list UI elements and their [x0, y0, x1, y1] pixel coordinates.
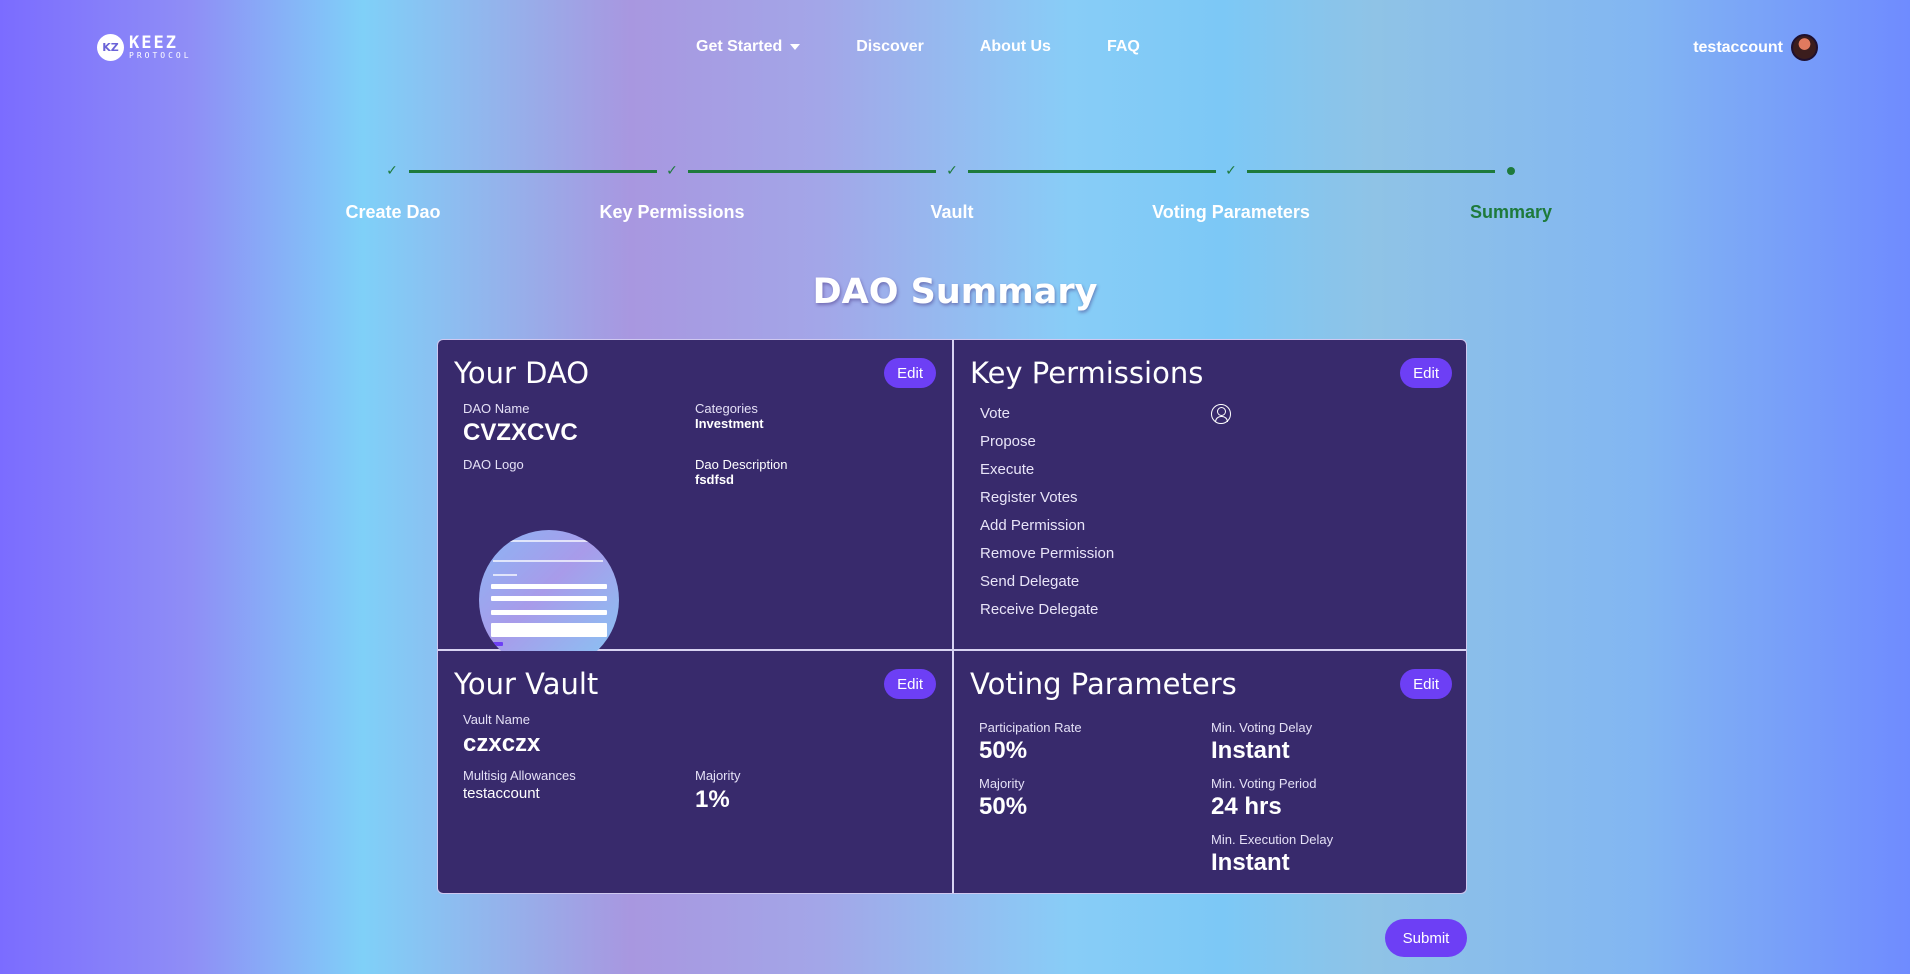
logo-thumb-field [491, 610, 607, 615]
edit-vault-button[interactable]: Edit [884, 669, 936, 699]
edit-dao-button[interactable]: Edit [884, 358, 936, 388]
permission-item: Execute [980, 461, 1035, 478]
permission-item: Remove Permission [980, 545, 1115, 562]
card-title: Your Vault [454, 667, 599, 701]
card-your-vault: Your Vault Edit Vault Name czxczx Multis… [438, 651, 952, 893]
logo-line2: PROTOCOL [129, 51, 192, 60]
user-icon [1211, 404, 1231, 424]
card-title: Key Permissions [970, 356, 1204, 390]
page-title: DAO Summary [812, 272, 1098, 312]
logo-thumb-line [493, 574, 517, 576]
nav-get-started-label: Get Started [696, 38, 783, 55]
logo-wordmark: KEEZ PROTOCOL [129, 35, 192, 60]
step-connector [688, 170, 936, 173]
dao-logo-image [479, 530, 619, 670]
step-check-icon: ✓ [1225, 163, 1237, 179]
multisig-label: Multisig Allowances [463, 768, 576, 783]
multisig-value: testaccount [463, 785, 540, 802]
step-check-icon: ✓ [386, 163, 398, 179]
min-execution-delay-value: Instant [1211, 849, 1290, 876]
logo-thumb-textarea [491, 623, 607, 637]
min-voting-delay-value: Instant [1211, 737, 1290, 764]
dao-name-label: DAO Name [463, 401, 530, 416]
permission-item: Vote [980, 405, 1011, 422]
vault-name-value: czxczx [463, 730, 541, 757]
account-menu[interactable]: testaccount [1693, 34, 1818, 61]
account-name: testaccount [1693, 38, 1783, 56]
categories-value: Investment [695, 416, 764, 431]
min-voting-period-label: Min. Voting Period [1211, 776, 1317, 791]
nav-faq[interactable]: FAQ [1107, 38, 1140, 56]
step-active-dot [1501, 160, 1521, 182]
card-title: Voting Parameters [970, 667, 1237, 701]
permission-item: Propose [980, 433, 1036, 450]
summary-grid: Your DAO Edit DAO Name CVZXCVC Categorie… [437, 339, 1467, 894]
step-label-create-dao: Create Dao [345, 202, 441, 222]
card-key-permissions: Key Permissions Edit Vote Propose Execut… [954, 340, 1466, 649]
step-check-icon: ✓ [946, 163, 958, 179]
vault-majority-label: Majority [695, 768, 741, 783]
permission-item: Send Delegate [980, 573, 1080, 590]
logo-thumb-line [493, 560, 603, 562]
min-execution-delay-label: Min. Execution Delay [1211, 832, 1334, 847]
step-label-vault: Vault [930, 202, 974, 222]
dao-description-value: fsdfsd [695, 472, 734, 487]
participation-value: 50% [979, 737, 1028, 764]
nav-discover[interactable]: Discover [856, 38, 924, 56]
permission-item: Receive Delegate [980, 601, 1099, 618]
avatar [1791, 34, 1818, 61]
logo-thumb-line [501, 540, 597, 542]
card-title: Your DAO [454, 356, 590, 390]
top-navbar: KZ KEEZ PROTOCOL Get Started Discover Ab… [0, 0, 1910, 96]
logo-thumb-field [491, 584, 607, 589]
voting-majority-label: Majority [979, 776, 1025, 791]
submit-button[interactable]: Submit [1385, 919, 1467, 957]
step-connector [409, 170, 657, 173]
nav-get-started[interactable]: Get Started [696, 38, 801, 56]
step-label-key-permissions: Key Permissions [599, 202, 745, 222]
card-your-dao: Your DAO Edit DAO Name CVZXCVC Categorie… [438, 340, 952, 670]
main-nav: Get Started Discover About Us FAQ [696, 38, 1196, 56]
min-voting-delay-label: Min. Voting Delay [1211, 720, 1313, 735]
edit-permissions-button[interactable]: Edit [1400, 358, 1452, 388]
vault-name-label: Vault Name [463, 712, 530, 727]
active-dot-icon [1507, 167, 1515, 175]
progress-stepper: ✓ ✓ ✓ ✓ Create Dao Key Permissions Vault… [0, 160, 1910, 230]
logo-line1: KEEZ [129, 33, 178, 53]
participation-label: Participation Rate [979, 720, 1082, 735]
logo-thumb-field [491, 596, 607, 601]
step-label-voting-parameters: Voting Parameters [1152, 202, 1310, 222]
vault-majority-value: 1% [695, 786, 730, 813]
min-voting-period-value: 24 hrs [1211, 793, 1282, 820]
dao-logo-label: DAO Logo [463, 457, 524, 472]
chevron-down-icon [790, 44, 801, 50]
dao-name-value: CVZXCVC [463, 419, 578, 446]
edit-voting-button[interactable]: Edit [1400, 669, 1452, 699]
step-label-summary: Summary [1469, 202, 1553, 222]
step-check-icon: ✓ [666, 163, 678, 179]
permission-item: Add Permission [980, 517, 1086, 534]
step-connector [968, 170, 1216, 173]
voting-majority-value: 50% [979, 793, 1028, 820]
permission-item: Register Votes [980, 489, 1078, 506]
card-voting-parameters: Voting Parameters Edit Participation Rat… [954, 651, 1466, 893]
dao-description-label: Dao Description [695, 457, 788, 472]
logo-mark-icon: KZ [97, 34, 124, 61]
logo-thumb-button [491, 642, 503, 646]
categories-label: Categories [695, 401, 758, 416]
nav-about-us[interactable]: About Us [980, 38, 1051, 56]
step-connector [1247, 170, 1495, 173]
keez-logo[interactable]: KZ KEEZ PROTOCOL [97, 34, 192, 61]
